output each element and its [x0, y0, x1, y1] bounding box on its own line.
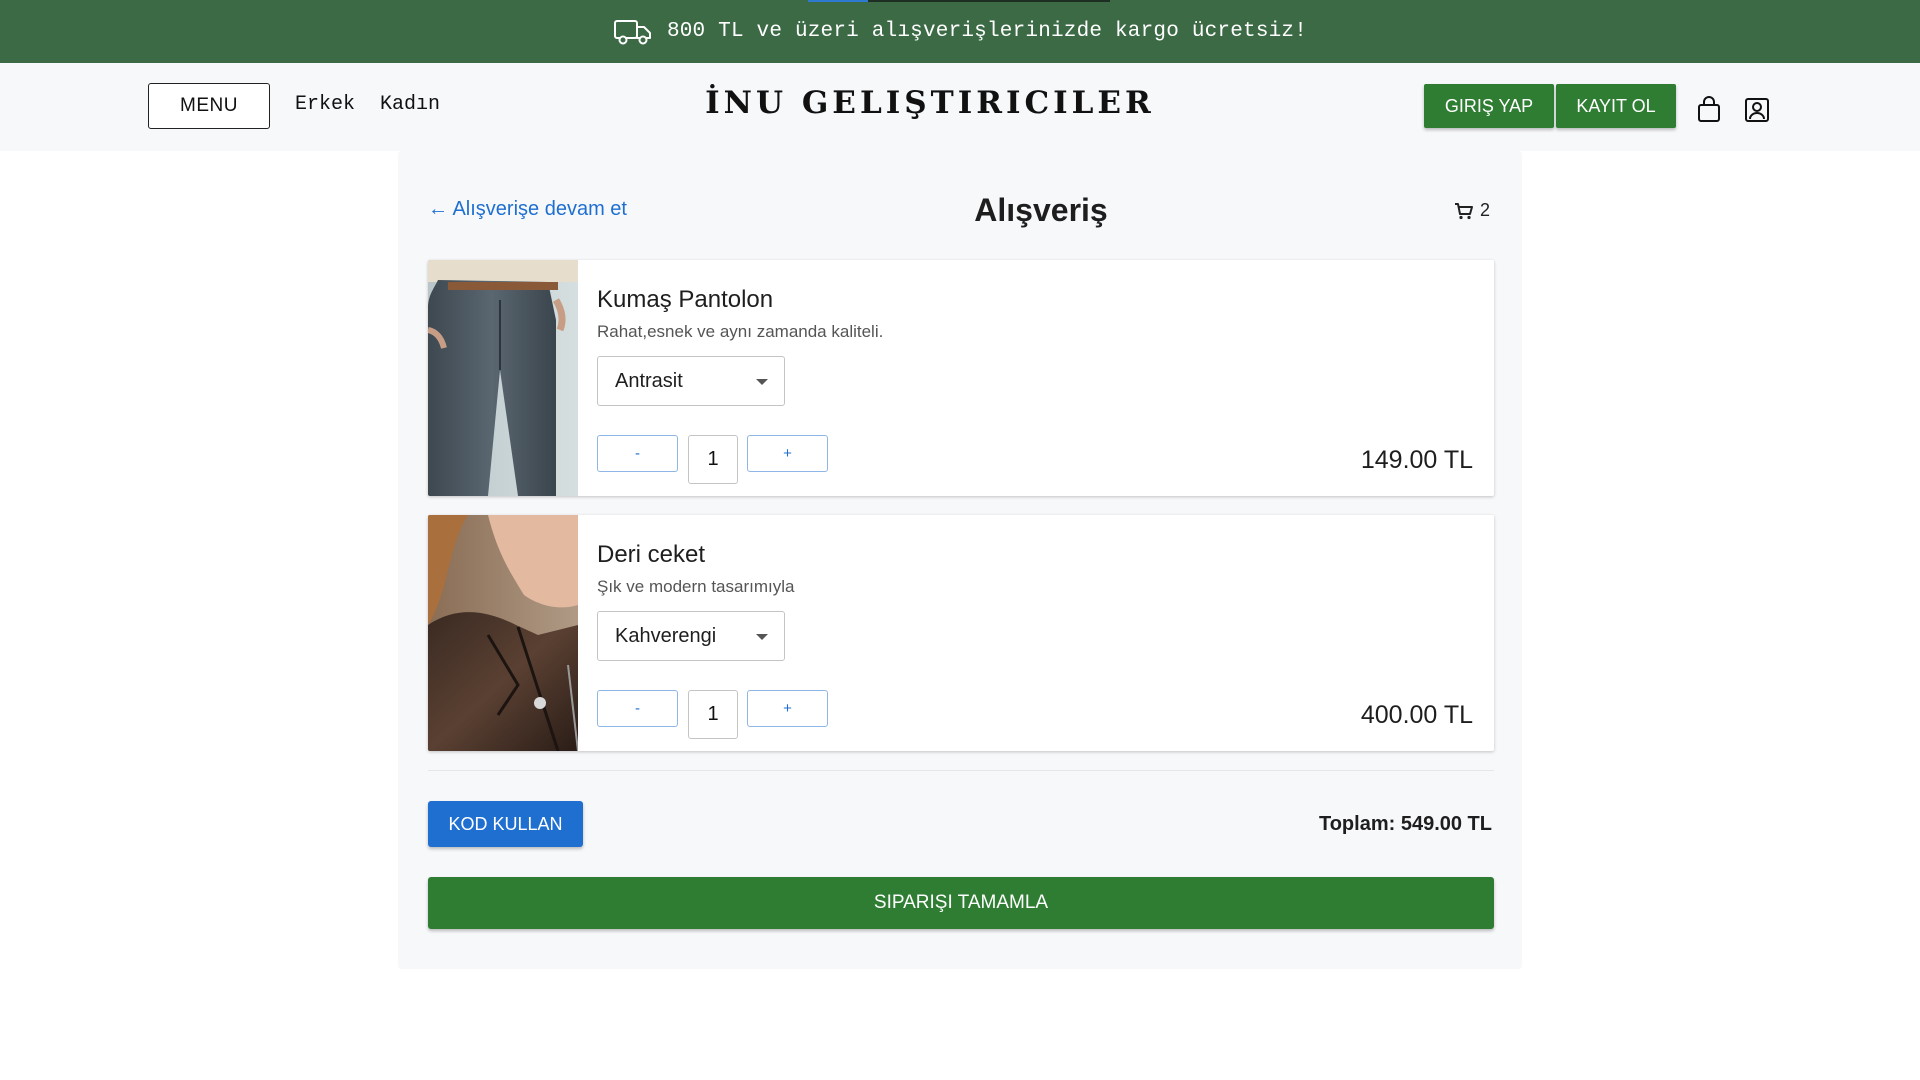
promo-progress-fill — [808, 0, 868, 2]
quantity-field[interactable]: 1 — [688, 435, 738, 484]
checkout-button[interactable]: SIPARIŞI TAMAMLA — [428, 877, 1494, 929]
promo-bar: 800 TL ve üzeri alışverişlerinizde kargo… — [0, 0, 1920, 63]
item-name: Kumaş Pantolon — [597, 286, 774, 313]
shopping-bag-icon[interactable] — [1696, 96, 1722, 124]
divider — [428, 770, 1494, 771]
user-profile-icon[interactable] — [1744, 96, 1770, 124]
cart-title: Alışveriş — [974, 192, 1108, 228]
item-name: Deri ceket — [597, 541, 706, 568]
register-button[interactable]: KAYIT OL — [1556, 84, 1676, 128]
cart-item: Kumaş Pantolon Rahat,esnek ve aynı zaman… — [428, 260, 1494, 496]
item-price: 149.00 TL — [1360, 446, 1473, 474]
quantity-increase-button[interactable]: + — [747, 435, 828, 472]
cart-total: Toplam: 549.00 TL — [1318, 813, 1492, 835]
color-select-value: Antrasit — [615, 369, 683, 392]
chevron-down-icon — [756, 634, 768, 640]
product-image-jacket[interactable] — [428, 515, 578, 751]
chevron-down-icon — [756, 379, 768, 385]
quantity-increase-button[interactable]: + — [747, 690, 828, 727]
login-button[interactable]: GIRIŞ YAP — [1424, 84, 1554, 128]
cart-count-badge: 2 — [1454, 200, 1490, 221]
shopping-cart-icon — [1455, 202, 1473, 219]
color-select[interactable]: Antrasit — [597, 356, 785, 406]
item-price: 400.00 TL — [1360, 701, 1473, 729]
promo-progress-track — [868, 0, 1110, 2]
cart-item: Deri ceket Şık ve modern tasarımıyla Kah… — [428, 515, 1494, 751]
truck-icon — [613, 19, 651, 44]
promo-text: 800 TL ve üzeri alışverişlerinizde kargo… — [666, 20, 1308, 43]
color-select[interactable]: Kahverengi — [597, 611, 785, 661]
item-description: Şık ve modern tasarımıyla — [597, 577, 795, 596]
cart-count: 2 — [1480, 200, 1491, 220]
site-header: MENU Erkek Kadın İNU GELIŞTIRICILER GIRI… — [0, 63, 1920, 151]
apply-coupon-button[interactable]: KOD KULLAN — [428, 801, 583, 847]
quantity-decrease-button[interactable]: - — [597, 435, 678, 472]
quantity-decrease-button[interactable]: - — [597, 690, 678, 727]
product-image-pants[interactable] — [428, 260, 578, 496]
quantity-field[interactable]: 1 — [688, 690, 738, 739]
item-description: Rahat,esnek ve aynı zamanda kaliteli. — [597, 322, 884, 341]
color-select-value: Kahverengi — [615, 624, 717, 647]
